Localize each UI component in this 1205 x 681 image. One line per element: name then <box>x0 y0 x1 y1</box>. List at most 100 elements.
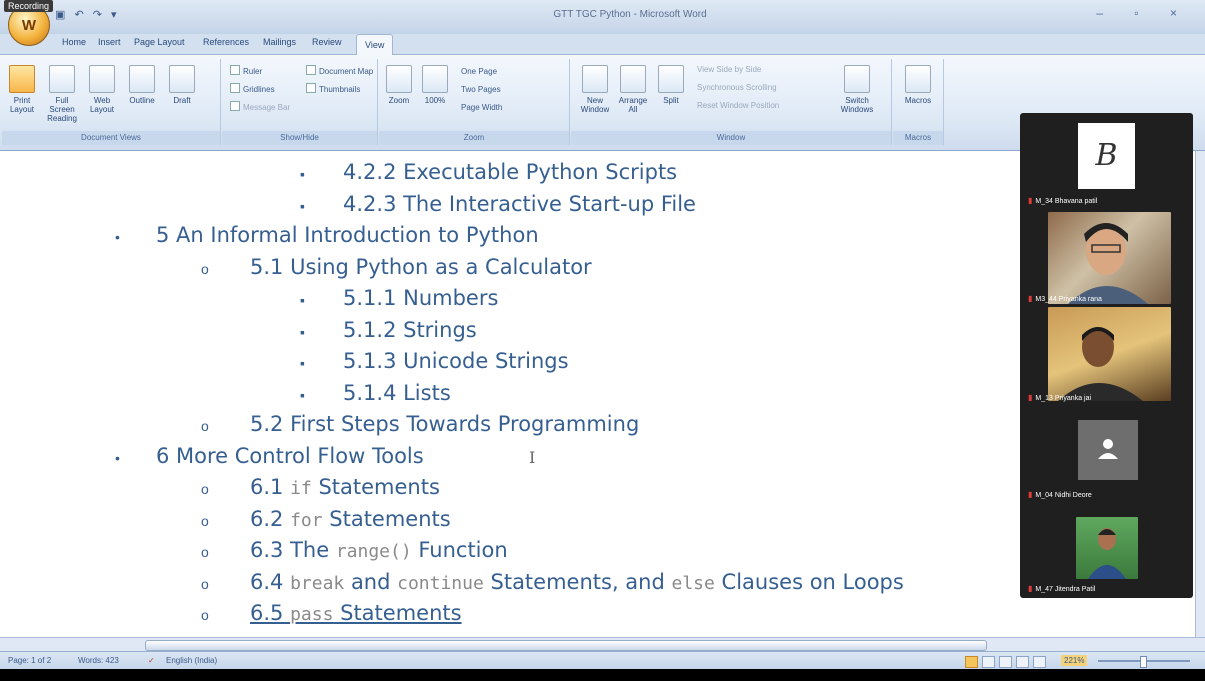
toc-line[interactable]: 5.1.3 Unicode Strings <box>343 349 569 373</box>
toc-line[interactable]: 4.2.2 Executable Python Scripts <box>343 160 677 184</box>
synchronous-scrolling-button[interactable]: Synchronous Scrolling <box>697 83 777 92</box>
group-show-hide: Ruler Gridlines Message Bar Document Map… <box>222 59 378 145</box>
two-pages-button[interactable]: Two Pages <box>461 85 501 94</box>
page-count[interactable]: Page: 1 of 2 <box>8 656 51 665</box>
macros-button[interactable]: Macros <box>902 65 934 105</box>
draft-label: Draft <box>173 96 191 105</box>
split-button[interactable]: Split <box>655 65 687 105</box>
list-bullet-icon: ▪ <box>300 292 305 308</box>
zoom-level[interactable]: 221% <box>1061 655 1088 666</box>
full-screen-reading-button[interactable]: Full Screen Reading <box>46 65 78 123</box>
proofing-icon[interactable]: ✓ <box>148 656 155 665</box>
participant-logo: B <box>1078 123 1135 189</box>
reset-window-position-button[interactable]: Reset Window Position <box>697 101 779 110</box>
vertical-scrollbar[interactable] <box>1195 151 1205 637</box>
toc-line[interactable]: 5 An Informal Introduction to Python <box>156 223 539 247</box>
screen-border <box>0 669 1205 681</box>
full-screen-label: Full Screen Reading <box>47 96 77 123</box>
switch-windows-button[interactable]: Switch Windows <box>837 65 877 114</box>
toc-line[interactable]: 6.3 The range() Function <box>250 538 508 562</box>
draft-view-icon[interactable] <box>1033 656 1046 668</box>
tab-page-layout[interactable]: Page Layout <box>134 37 185 47</box>
toc-line[interactable]: 6 More Control Flow Tools <box>156 444 424 468</box>
toc-line[interactable]: 5.1.1 Numbers <box>343 286 498 310</box>
group-window: New Window Arrange All Split View Side b… <box>571 59 892 145</box>
gridlines-checkbox[interactable]: Gridlines <box>230 83 275 94</box>
list-bullet-icon: ▪ <box>300 355 305 371</box>
outline-label: Outline <box>129 96 155 105</box>
message-bar-checkbox[interactable]: Message Bar <box>230 101 290 112</box>
web-layout-button[interactable]: Web Layout <box>86 65 118 114</box>
toc-line[interactable]: 5.2 First Steps Towards Programming <box>250 412 639 436</box>
outline-button[interactable]: Outline <box>126 65 158 105</box>
window-controls[interactable]: – ▫ × <box>1096 6 1191 20</box>
tab-mailings[interactable]: Mailings <box>263 37 296 47</box>
print-layout-view-icon[interactable] <box>965 656 978 668</box>
participant-tile: ▮ M_13 Priyanka jai <box>1020 307 1193 404</box>
checkbox-icon <box>230 65 240 75</box>
ruler-checkbox[interactable]: Ruler <box>230 65 262 76</box>
toc-text: Statements, and <box>483 569 672 594</box>
page-width-button[interactable]: Page Width <box>461 103 502 112</box>
toc-text: Statements <box>333 601 462 625</box>
zoom-slider-thumb[interactable] <box>1140 656 1147 668</box>
horizontal-scroll-thumb[interactable] <box>145 640 987 651</box>
person-video-icon <box>1058 327 1143 401</box>
draft-button[interactable]: Draft <box>166 65 198 105</box>
toc-line[interactable]: 5.1.2 Strings <box>343 318 477 342</box>
participant-name: ▮ M_47 Jitendra Patil <box>1028 584 1095 593</box>
tab-view[interactable]: View <box>356 34 394 55</box>
zoom-button[interactable]: Zoom <box>383 65 415 105</box>
thumbnails-checkbox[interactable]: Thumbnails <box>306 83 360 94</box>
tab-review[interactable]: Review <box>312 37 342 47</box>
horizontal-scrollbar[interactable] <box>0 637 1205 652</box>
code-keyword: if <box>290 478 312 499</box>
full-screen-view-icon[interactable] <box>982 656 995 668</box>
list-bullet-icon: ▪ <box>300 166 305 182</box>
document-map-checkbox[interactable]: Document Map <box>306 65 373 76</box>
outline-view-icon[interactable] <box>1016 656 1029 668</box>
tab-insert[interactable]: Insert <box>98 37 121 47</box>
thumbnails-label: Thumbnails <box>319 85 361 94</box>
text-cursor-icon: I <box>529 448 536 467</box>
view-shortcuts[interactable] <box>965 655 1053 668</box>
toc-line[interactable]: 5.1 Using Python as a Calculator <box>250 255 592 279</box>
word-window: Recording ▣ ↶ ↷ ▾ GTT TGC Python - Micro… <box>0 0 1205 681</box>
code-keyword: range() <box>335 541 412 562</box>
zoom-100-button[interactable]: 100% <box>419 65 451 105</box>
draft-icon <box>169 65 195 93</box>
participant-video <box>1076 517 1138 579</box>
code-keyword: for <box>290 509 323 531</box>
tab-references[interactable]: References <box>203 37 249 47</box>
view-side-by-side-button[interactable]: View Side by Side <box>697 65 761 74</box>
toc-line[interactable]: 5.1.4 Lists <box>343 381 451 405</box>
toc-line[interactable]: 6.1 if Statements <box>250 475 440 499</box>
code-keyword: else <box>671 572 715 594</box>
toc-line[interactable]: 4.2.3 The Interactive Start-up File <box>343 192 696 216</box>
tab-home[interactable]: Home <box>62 37 86 47</box>
word-count[interactable]: Words: 423 <box>78 656 119 665</box>
window-title: GTT TGC Python - Microsoft Word <box>553 9 707 20</box>
list-bullet-icon: o <box>201 575 209 592</box>
outline-icon <box>129 65 155 93</box>
new-window-button[interactable]: New Window <box>579 65 611 114</box>
print-layout-label: Print Layout <box>9 96 35 114</box>
web-layout-view-icon[interactable] <box>999 656 1012 668</box>
toc-text: 6.1 <box>250 475 291 499</box>
toc-line[interactable]: 6.5 pass Statements <box>250 601 462 625</box>
print-layout-button[interactable]: Print Layout <box>6 65 38 114</box>
toc-text: 6.4 <box>250 569 291 594</box>
participant-name-text: M_34 Bhavana patil <box>1035 198 1098 205</box>
person-video-icon <box>1068 223 1148 304</box>
group-macros: Macros Macros <box>893 59 944 145</box>
quick-access-toolbar[interactable]: ▣ ↶ ↷ ▾ <box>55 8 120 21</box>
recording-indicator: Recording <box>4 0 54 12</box>
toc-line[interactable]: 6.4 break and continue Statements, and e… <box>250 570 904 594</box>
one-page-button[interactable]: One Page <box>461 67 497 76</box>
arrange-all-button[interactable]: Arrange All <box>617 65 649 114</box>
zoom-label: Zoom <box>388 96 410 105</box>
language-indicator[interactable]: English (India) <box>166 656 217 665</box>
participant-tile: B ▮ M_34 Bhavana patil <box>1020 113 1193 210</box>
print-layout-icon <box>9 65 35 93</box>
toc-line[interactable]: 6.2 for Statements <box>250 507 451 531</box>
